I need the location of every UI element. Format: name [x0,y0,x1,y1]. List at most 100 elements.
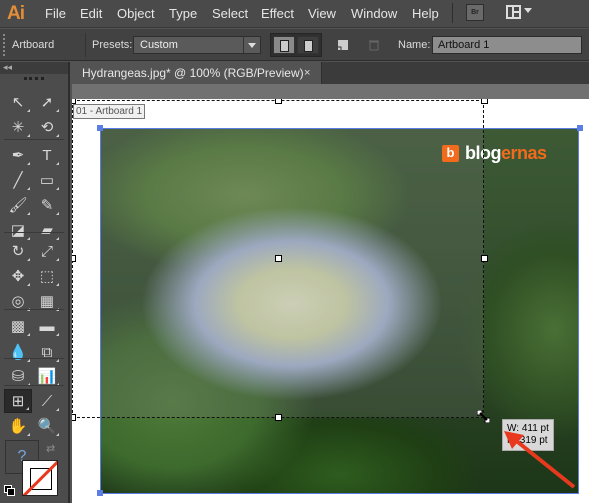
artboard-label: 01 - Artboard 1 [73,104,146,119]
type-tool[interactable]: T [33,143,61,167]
menu-window[interactable]: Window [351,6,397,21]
selection-tool[interactable]: ↖ [4,90,32,114]
slice-tool[interactable]: ⟋ [33,389,61,413]
menu-effect[interactable]: Effect [261,6,294,21]
flyout-indicator-icon [27,134,30,137]
symbol-sprayer-icon: ⛁ [11,368,25,385]
pen-tool[interactable]: ✒ [4,143,32,167]
new-artboard-icon[interactable] [337,39,349,51]
menu-edit[interactable]: Edit [80,6,102,21]
mesh-tool[interactable]: ▩ [4,314,32,338]
column-graph-icon: 📊 [37,368,57,385]
hand-tool[interactable]: ✋ [4,414,32,438]
panel-grip[interactable] [3,34,5,56]
chevron-down-icon[interactable] [524,8,532,13]
bridge-button[interactable]: Br [466,4,484,21]
delete-artboard-icon[interactable] [368,39,380,51]
artboard-handle-t[interactable] [275,99,282,104]
portrait-button[interactable] [273,36,295,54]
blend-tool[interactable]: ⧉ [33,340,61,364]
flyout-indicator-icon [56,162,59,165]
presets-dropdown[interactable]: Custom [133,36,261,54]
menu-help[interactable]: Help [412,6,439,21]
canvas-top-strip [72,84,589,99]
tool-divider [4,139,64,140]
flyout-indicator-icon [56,258,59,261]
artboard-tool[interactable]: ⊞ [4,389,32,413]
swap-fill-stroke-icon[interactable]: ⇄ [46,442,55,455]
artboard-handle-b[interactable] [275,414,282,421]
lasso-tool[interactable]: ⟲ [33,115,61,139]
flyout-indicator-icon [56,433,59,436]
flyout-indicator-icon [56,212,59,215]
zoom-icon: 🔍 [37,418,57,435]
close-icon[interactable]: × [304,62,310,84]
pencil-icon: ✎ [40,197,54,214]
menu-type[interactable]: Type [169,6,197,21]
magic-wand-icon: ✳ [11,119,25,136]
direct-selection-tool[interactable]: ➚ [33,90,61,114]
document-tab-bar: Hydrangeas.jpg* @ 100% (RGB/Preview) × [72,62,589,84]
image-selection-handle[interactable] [97,490,103,496]
lasso-icon: ⟲ [40,119,54,136]
flyout-indicator-icon [27,359,30,362]
tool-divider [4,385,64,386]
document-tab[interactable]: Hydrangeas.jpg* @ 100% (RGB/Preview) × [72,62,322,84]
gradient-icon: ▬ [39,317,55,335]
menu-object[interactable]: Object [117,6,155,21]
pencil-tool[interactable]: ✎ [33,193,61,217]
rotate-tool[interactable]: ↻ [4,239,32,263]
tool-divider [4,358,64,359]
menu-bar: Ai File Edit Object Type Select Effect V… [0,0,589,28]
paintbrush-icon: 🖌 [8,197,28,214]
tools-panel: ◂◂ ↖ ➚ ✳ ⟲ ✒ T ╱ ▭ 🖌 ✎ ◪ ▰ ↻ ⤢ ✥ ⬚ ◎ ▦ ▩ ▬ 💧 ⧉ ⛁ 📊 ⊞ ⟋ ✋ 🔍 [0,62,70,503]
flyout-indicator-icon [56,109,59,112]
flyout-indicator-icon [56,187,59,190]
artboard-handle-center[interactable] [275,255,282,262]
flyout-indicator-icon [56,333,59,336]
artboard-handle-l[interactable] [72,255,76,262]
flyout-indicator-icon [27,109,30,112]
line-segment-icon: ╱ [13,172,23,189]
artboard-handle-r[interactable] [481,255,488,262]
rectangle-tool[interactable]: ▭ [33,168,61,192]
line-segment-tool[interactable]: ╱ [4,168,32,192]
flyout-indicator-icon [27,333,30,336]
flyout-indicator-icon [56,408,59,411]
artboard-handle-tr[interactable] [481,99,488,104]
illustrator-logo: Ai [7,3,25,24]
eraser-icon: ▰ [41,222,53,239]
flyout-indicator-icon [56,134,59,137]
resize-cursor-icon [477,410,490,423]
presets-label: Presets: [92,39,133,51]
slice-icon: ⟋ [41,392,53,410]
menu-file[interactable]: File [45,6,66,21]
zoom-tool[interactable]: 🔍 [33,414,61,438]
puppet-warp-tool[interactable]: ✥ [4,264,32,288]
panel-grip[interactable] [24,77,44,80]
paintbrush-tool[interactable]: 🖌 [4,193,32,217]
artboard-handle-bl[interactable] [72,414,76,421]
flyout-indicator-icon [27,162,30,165]
default-colors-icon[interactable] [4,485,16,497]
menu-view[interactable]: View [308,6,336,21]
menu-select[interactable]: Select [212,6,248,21]
tool-divider [4,232,64,233]
direct-selection-icon: ➚ [40,94,54,111]
magic-wand-tool[interactable]: ✳ [4,115,32,139]
artboard-handle-tl[interactable] [72,99,76,104]
eyedropper-tool[interactable]: 💧 [4,340,32,364]
image-selection-handle[interactable] [577,125,583,131]
workspace-layout-icon[interactable] [506,5,521,19]
free-transform-tool[interactable]: ⬚ [33,264,61,288]
landscape-button[interactable] [297,36,319,54]
stroke-color-swatch[interactable] [22,460,58,496]
canvas[interactable]: b blog ernas 01 - Artboard 1 W: 411 pt H… [72,99,589,503]
artboard-name-input[interactable]: Artboard 1 [432,36,582,54]
flyout-indicator-icon [26,407,29,410]
portrait-icon [280,40,289,52]
collapse-panel-button[interactable]: ◂◂ [0,62,68,74]
gradient-tool[interactable]: ▬ [33,314,61,338]
scale-tool[interactable]: ⤢ [33,239,61,263]
chevron-down-icon[interactable] [243,37,260,53]
